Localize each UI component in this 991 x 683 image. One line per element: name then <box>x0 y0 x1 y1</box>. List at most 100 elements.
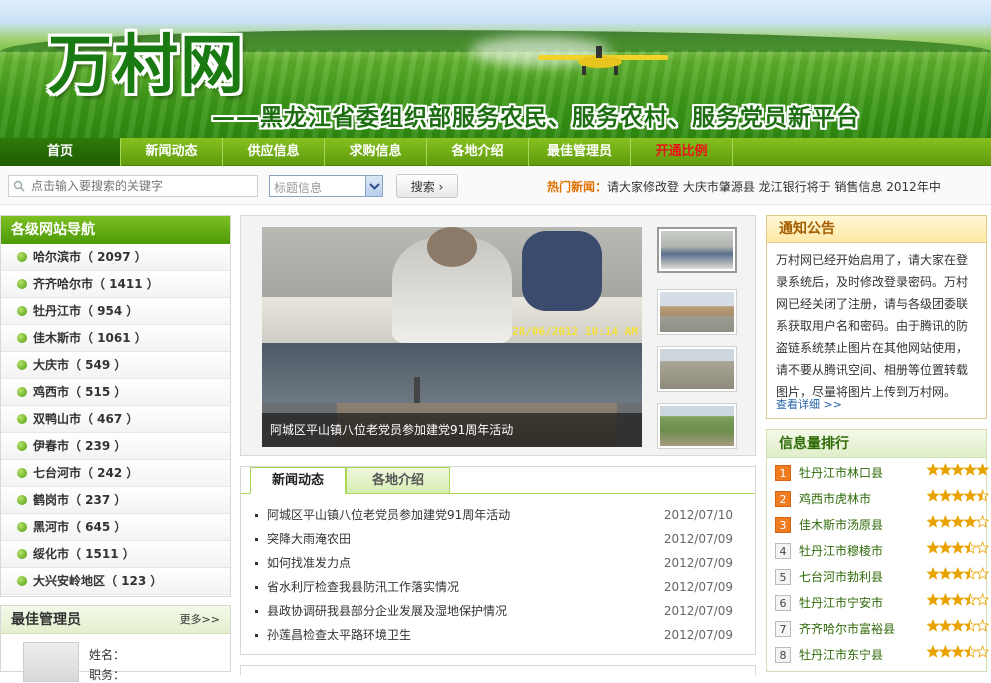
bullet-icon <box>255 538 258 541</box>
manager-role-label: 职务： <box>89 668 126 682</box>
photo-timestamp: 28/06/2012 10:14 AM <box>512 325 638 338</box>
best-managers-panel: 最佳管理员 更多>> 姓名： 职务： <box>0 605 231 682</box>
star-icon <box>951 619 965 632</box>
rating-stars-icon <box>927 515 989 528</box>
region-nav-item[interactable]: 牡丹江市（ 954 ） <box>1 298 230 325</box>
list-item[interactable]: 孙莲昌检查太平路环境卫生 2012/07/09 <box>255 623 745 647</box>
bullet-icon <box>17 441 27 451</box>
tab-news[interactable]: 新闻动态 <box>250 467 346 494</box>
rank-name[interactable]: 牡丹江市林口县 <box>799 463 883 483</box>
star-icon <box>938 619 953 632</box>
search-input[interactable] <box>8 175 258 197</box>
star-icon <box>938 645 953 658</box>
rank-name[interactable]: 鸡西市虎林市 <box>799 489 871 509</box>
hot-news: 热门新闻：请大家修改登 大庆市肇源县 龙江银行将于 销售信息 2012年中 <box>547 178 941 195</box>
slider-main-photo[interactable]: 28/06/2012 10:14 AM 阿城区平山镇八位老党员参加建党91周年活… <box>262 227 642 447</box>
news-tabs-panel: 新闻动态 各地介绍 阿城区平山镇八位老党员参加建党91周年活动 2012/07/1… <box>240 466 756 655</box>
rank-badge: 4 <box>775 543 791 559</box>
news-title[interactable]: 孙莲昌检查太平路环境卫生 <box>267 628 411 642</box>
star-icon <box>963 515 977 528</box>
best-managers-more-link[interactable]: 更多>> <box>180 606 220 634</box>
slider-thumbnail[interactable] <box>657 403 737 449</box>
hot-news-ticker[interactable]: 请大家修改登 大庆市肇源县 龙江银行将于 销售信息 2012年中 <box>607 180 941 194</box>
nav-home[interactable]: 首页 <box>0 138 121 166</box>
chevron-down-icon <box>365 176 382 196</box>
region-list: 哈尔滨市（ 2097 ） 齐齐哈尔市（ 1411 ） 牡丹江市（ 954 ） 佳木斯市… <box>1 244 230 595</box>
rank-name[interactable]: 佳木斯市汤原县 <box>799 515 883 535</box>
nav-purchase[interactable]: 求购信息 <box>325 138 427 166</box>
star-icon <box>938 463 953 476</box>
star-icon <box>938 541 953 554</box>
avatar[interactable] <box>23 642 79 682</box>
rank-name[interactable]: 齐齐哈尔市富裕县 <box>799 619 895 639</box>
star-icon <box>975 567 989 580</box>
star-icon <box>963 541 977 554</box>
news-title[interactable]: 省水利厅检查我县防汛工作落实情况 <box>267 580 459 594</box>
rank-badge: 2 <box>775 491 791 507</box>
slider-thumbnail[interactable] <box>657 346 737 392</box>
slider-thumbnail[interactable] <box>657 289 737 335</box>
star-icon <box>951 541 965 554</box>
rank-name[interactable]: 牡丹江市穆棱市 <box>799 541 883 561</box>
rank-badge: 1 <box>775 465 791 481</box>
star-icon <box>975 489 989 502</box>
star-icon <box>963 489 977 502</box>
region-nav-item[interactable]: 绥化市（ 1511 ） <box>1 541 230 568</box>
star-icon <box>951 593 965 606</box>
region-nav-item[interactable]: 哈尔滨市（ 2097 ） <box>1 244 230 271</box>
nav-best-managers[interactable]: 最佳管理员 <box>529 138 631 166</box>
bullet-icon <box>255 514 258 517</box>
list-item[interactable]: 县政协调研我县部分企业发展及湿地保护情况 2012/07/09 <box>255 599 745 623</box>
region-nav-item[interactable]: 大庆市（ 549 ） <box>1 352 230 379</box>
region-nav-item[interactable]: 七台河市（ 242 ） <box>1 460 230 487</box>
list-item[interactable]: 阿城区平山镇八位老党员参加建党91周年活动 2012/07/10 <box>255 503 745 527</box>
news-date: 2012/07/09 <box>663 580 733 594</box>
ranking-row[interactable]: 4 牡丹江市穆棱市 <box>775 541 989 563</box>
slider-caption[interactable]: 阿城区平山镇八位老党员参加建党91周年活动 <box>262 413 642 447</box>
search-type-select[interactable]: 标题信息 <box>269 175 383 197</box>
list-item[interactable]: 如何找准发力点 2012/07/09 <box>255 551 745 575</box>
ranking-row[interactable]: 1 牡丹江市林口县 <box>775 463 989 485</box>
nav-regions[interactable]: 各地介绍 <box>427 138 529 166</box>
list-item[interactable]: 省水利厅检查我县防汛工作落实情况 2012/07/09 <box>255 575 745 599</box>
region-nav-item[interactable]: 伊春市（ 239 ） <box>1 433 230 460</box>
news-title[interactable]: 阿城区平山镇八位老党员参加建党91周年活动 <box>267 508 510 522</box>
region-nav-item[interactable]: 大兴安岭地区（ 123 ） <box>1 568 230 595</box>
site-logo[interactable]: 万村网 <box>48 26 246 106</box>
slider-thumbnail[interactable] <box>657 227 737 273</box>
ranking-row[interactable]: 6 牡丹江市宁安市 <box>775 593 989 615</box>
region-nav-item[interactable]: 佳木斯市（ 1061 ） <box>1 325 230 352</box>
rank-name[interactable]: 牡丹江市宁安市 <box>799 593 883 613</box>
center-bottom-panel <box>240 665 756 675</box>
nav-supply[interactable]: 供应信息 <box>223 138 325 166</box>
region-nav-item[interactable]: 黑河市（ 645 ） <box>1 514 230 541</box>
news-title[interactable]: 县政协调研我县部分企业发展及湿地保护情况 <box>267 604 507 618</box>
region-nav-item[interactable]: 双鸭山市（ 467 ） <box>1 406 230 433</box>
bullet-icon <box>17 414 27 424</box>
search-button[interactable]: 搜索 › <box>396 174 458 198</box>
region-nav-item[interactable]: 鹤岗市（ 237 ） <box>1 487 230 514</box>
tab-regions[interactable]: 各地介绍 <box>346 467 450 494</box>
news-title[interactable]: 如何找准发力点 <box>267 556 351 570</box>
bullet-icon <box>17 306 27 316</box>
region-nav-panel: 各级网站导航 哈尔滨市（ 2097 ） 齐齐哈尔市（ 1411 ） 牡丹江市（ 95… <box>0 215 231 597</box>
ranking-row[interactable]: 5 七台河市勃利县 <box>775 567 989 589</box>
notice-more-link[interactable]: 查看详细 >> <box>776 396 842 412</box>
ranking-row[interactable]: 2 鸡西市虎林市 <box>775 489 989 511</box>
news-title[interactable]: 突降大雨淹农田 <box>267 532 351 546</box>
nav-open-ratio[interactable]: 开通比例 <box>631 138 733 166</box>
region-nav-item[interactable]: 鸡西市（ 515 ） <box>1 379 230 406</box>
star-icon <box>927 567 940 580</box>
nav-news[interactable]: 新闻动态 <box>121 138 223 166</box>
rank-name[interactable]: 牡丹江市东宁县 <box>799 645 883 665</box>
bullet-icon <box>17 252 27 262</box>
bullet-icon <box>255 562 258 565</box>
region-nav-item[interactable]: 齐齐哈尔市（ 1411 ） <box>1 271 230 298</box>
notice-body: 万村网已经开始启用了，请大家在登录系统后，及时修改登录密码。万村网已经关闭了注册… <box>776 253 969 399</box>
ranking-row[interactable]: 3 佳木斯市汤原县 <box>775 515 989 537</box>
rank-name[interactable]: 七台河市勃利县 <box>799 567 883 587</box>
list-item[interactable]: 突降大雨淹农田 2012/07/09 <box>255 527 745 551</box>
ranking-row[interactable]: 8 牡丹江市东宁县 <box>775 645 989 667</box>
ranking-row[interactable]: 7 齐齐哈尔市富裕县 <box>775 619 989 641</box>
region-nav-label: 伊春市（ 239 ） <box>33 439 127 453</box>
